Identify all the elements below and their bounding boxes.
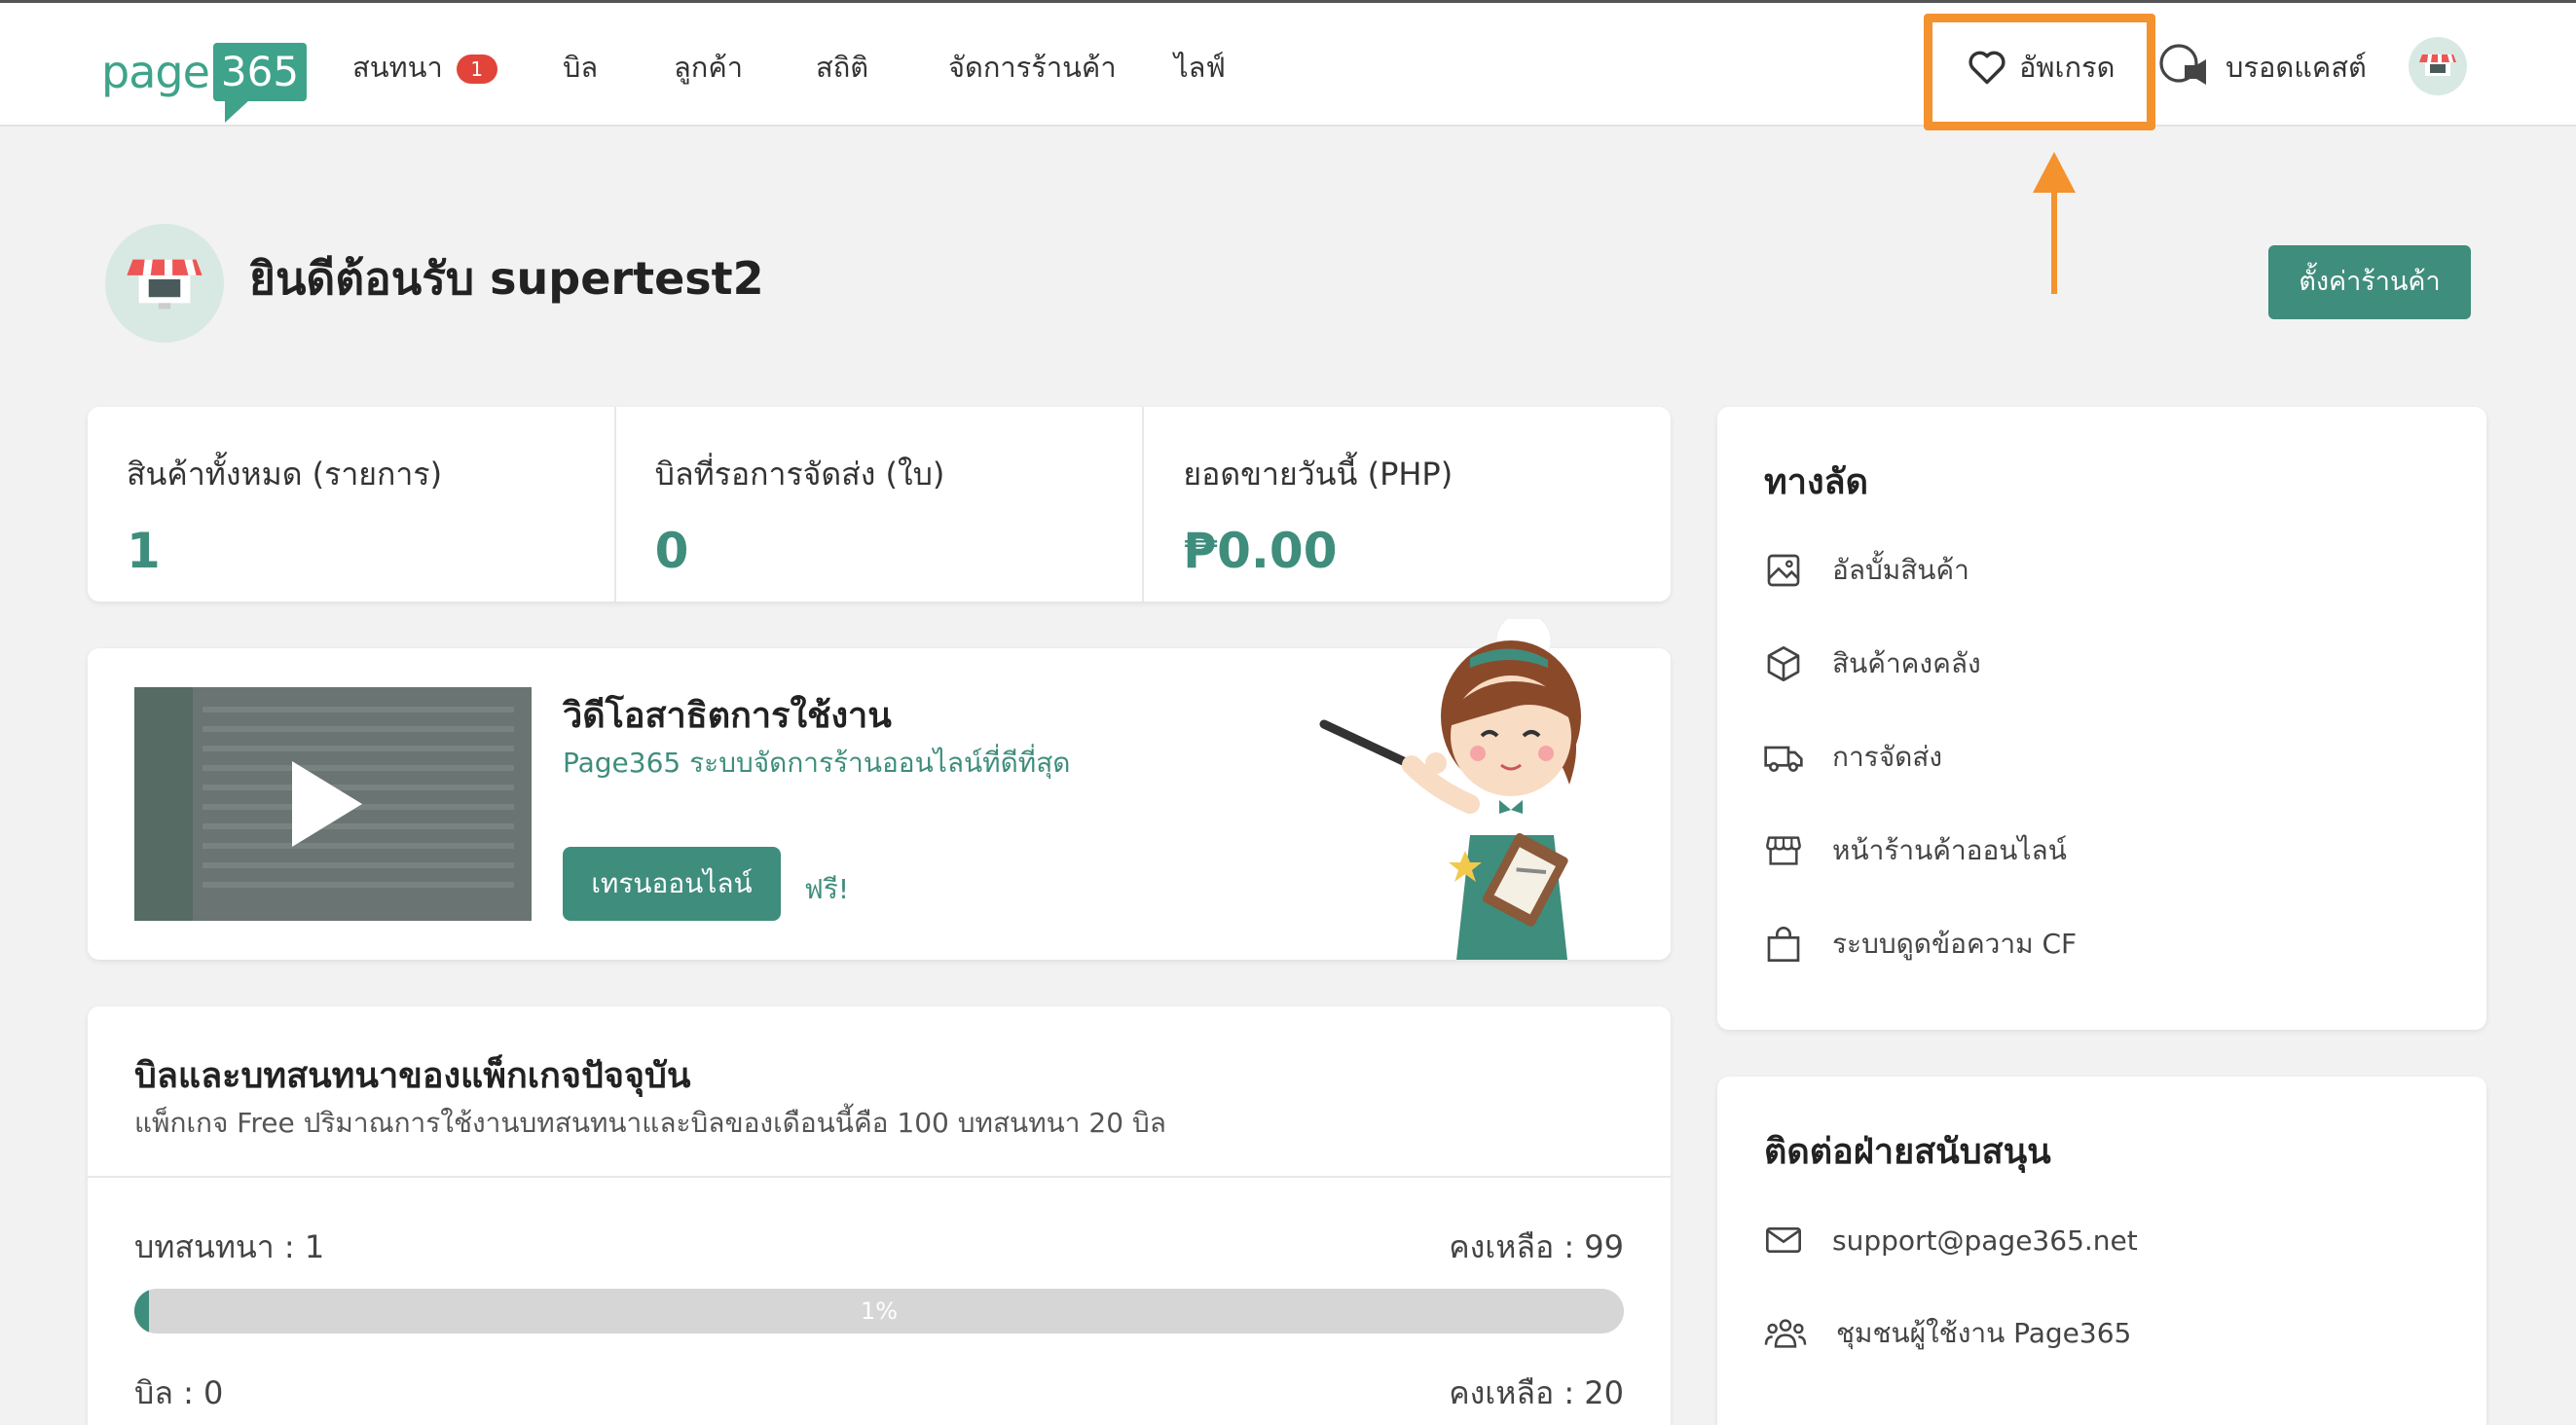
page365-logo[interactable]: page 365 — [101, 32, 308, 123]
chat-progress-text: 1% — [860, 1297, 899, 1325]
stat-value: ₱0.00 — [1183, 523, 1338, 579]
support-email-link[interactable]: support@page365.net — [1764, 1217, 2138, 1263]
chat-remaining-label: คงเหลือ : 99 — [1449, 1228, 1624, 1265]
stat-today-sales[interactable]: ยอดขายวันนี้ (PHP) ₱0.00 — [1144, 407, 1671, 602]
nav-item-chat[interactable]: สนทนา 1 — [352, 46, 497, 89]
chat-progress-bar: 1% — [134, 1289, 1624, 1334]
shortcuts-title: ทางลัด — [1764, 462, 1868, 502]
support-title: ติดต่อฝ่ายสนับสนุน — [1764, 1132, 2051, 1172]
package-subtitle: แพ็กเกจ Free ปริมาณการใช้งานบทสนทนาและบิ… — [134, 1107, 1166, 1139]
broadcast-button[interactable]: บรอดแคสต์ — [2155, 40, 2367, 94]
stat-label: สินค้าทั้งหมด (รายการ) — [127, 456, 443, 493]
shortcut-online-store[interactable]: หน้าร้านค้าออนไลน์ — [1764, 827, 2067, 874]
chat-used-label: บทสนทนา : 1 — [134, 1228, 325, 1265]
video-title: วิดีโอสาธิตการใช้งาน — [563, 696, 892, 736]
support-card: ติดต่อฝ่ายสนับสนุน support@page365.net ช… — [1717, 1077, 2486, 1425]
stat-total-products[interactable]: สินค้าทั้งหมด (รายการ) 1 — [88, 407, 616, 602]
support-community-link[interactable]: ชุมชนผู้ใช้งาน Page365 — [1764, 1310, 2131, 1357]
shop-icon — [127, 259, 202, 310]
nav-item-stats[interactable]: สถิติ — [816, 46, 868, 89]
logo-text: page — [101, 46, 210, 98]
stat-label: บิลที่รอการจัดส่ง (ใบ) — [654, 456, 945, 493]
user-avatar[interactable] — [2409, 37, 2467, 95]
bag-icon — [1767, 927, 1800, 962]
nav-item-shop-management[interactable]: จัดการร้านค้า — [948, 46, 1117, 89]
package-usage-card: บิลและบทสนทนาของแพ็กเกจปัจจุบัน แพ็กเกจ … — [88, 1006, 1671, 1425]
community-icon — [1764, 1319, 1807, 1348]
shortcut-label: การจัดส่ง — [1832, 741, 1943, 773]
stats-card: สินค้าทั้งหมด (รายการ) 1 บิลที่รอการจัดส… — [88, 407, 1671, 602]
nav-item-bills[interactable]: บิล — [563, 46, 598, 89]
storefront-icon — [1766, 836, 1801, 865]
nav-item-live[interactable]: ไลฟ์ — [1174, 46, 1226, 89]
box-icon — [1767, 646, 1800, 681]
shortcut-inventory[interactable]: สินค้าคงคลัง — [1764, 640, 1981, 687]
top-navbar: page 365 สนทนา 1 บิล ลูกค้า สถิติ จัดการร… — [0, 0, 2576, 127]
stat-value: 1 — [127, 523, 161, 579]
video-thumbnail[interactable] — [134, 687, 532, 921]
mascot-illustration — [1319, 619, 1581, 960]
video-subtitle: Page365 ระบบจัดการร้านออนไลน์ที่ดีที่สุด — [563, 747, 1071, 779]
play-icon[interactable] — [292, 761, 362, 847]
shortcut-label: สินค้าคงคลัง — [1832, 647, 1981, 679]
shortcut-product-album[interactable]: อัลบั้มสินค้า — [1764, 547, 1969, 594]
nav-item-customers[interactable]: ลูกค้า — [674, 46, 743, 89]
support-email: support@page365.net — [1832, 1224, 2138, 1257]
shortcut-shipping[interactable]: การจัดส่ง — [1764, 734, 1942, 781]
truck-icon — [1764, 746, 1803, 773]
nav-item-label: สนทนา — [352, 51, 443, 84]
welcome-title: ยินดีต้อนรับ supertest2 — [249, 252, 764, 305]
broadcast-label: บรอดแคสต์ — [2226, 51, 2367, 84]
thumbnail-sidebar — [134, 687, 193, 921]
shortcut-cf-message[interactable]: ระบบดูดข้อความ CF — [1764, 921, 2077, 968]
online-training-button[interactable]: เทรนออนไลน์ — [563, 847, 781, 921]
image-icon — [1767, 554, 1800, 587]
bill-remaining-label: คงเหลือ : 20 — [1449, 1374, 1624, 1411]
chat-count-badge: 1 — [456, 55, 497, 84]
video-card: วิดีโอสาธิตการใช้งาน Page365 ระบบจัดการร… — [88, 619, 1671, 960]
shop-icon — [2419, 55, 2456, 76]
mail-icon — [1766, 1227, 1801, 1253]
stat-pending-bills[interactable]: บิลที่รอการจัดส่ง (ใบ) 0 — [616, 407, 1145, 602]
arrow-shaft — [2051, 185, 2057, 294]
divider — [88, 1176, 1671, 1178]
bill-used-label: บิล : 0 — [134, 1374, 224, 1411]
shortcut-label: หน้าร้านค้าออนไลน์ — [1832, 834, 2067, 866]
shop-avatar — [105, 224, 224, 343]
shortcut-label: ระบบดูดข้อความ CF — [1832, 928, 2078, 960]
support-community: ชุมชนผู้ใช้งาน Page365 — [1836, 1317, 2132, 1349]
shop-settings-button[interactable]: ตั้งค่าร้านค้า — [2268, 245, 2471, 319]
stat-value: 0 — [654, 523, 689, 579]
shortcuts-card: ทางลัด อัลบั้มสินค้า สินค้าคงคลัง การจัด… — [1717, 407, 2486, 1030]
upgrade-highlight-box — [1924, 14, 2155, 130]
stat-label: ยอดขายวันนี้ (PHP) — [1183, 456, 1454, 493]
logo-number: 365 — [212, 43, 308, 123]
broadcast-icon — [2159, 44, 2206, 85]
package-title: บิลและบทสนทนาของแพ็กเกจปัจจุบัน — [134, 1056, 691, 1096]
free-label: ฟรี! — [804, 873, 850, 905]
shortcut-label: อัลบั้มสินค้า — [1832, 554, 1969, 586]
